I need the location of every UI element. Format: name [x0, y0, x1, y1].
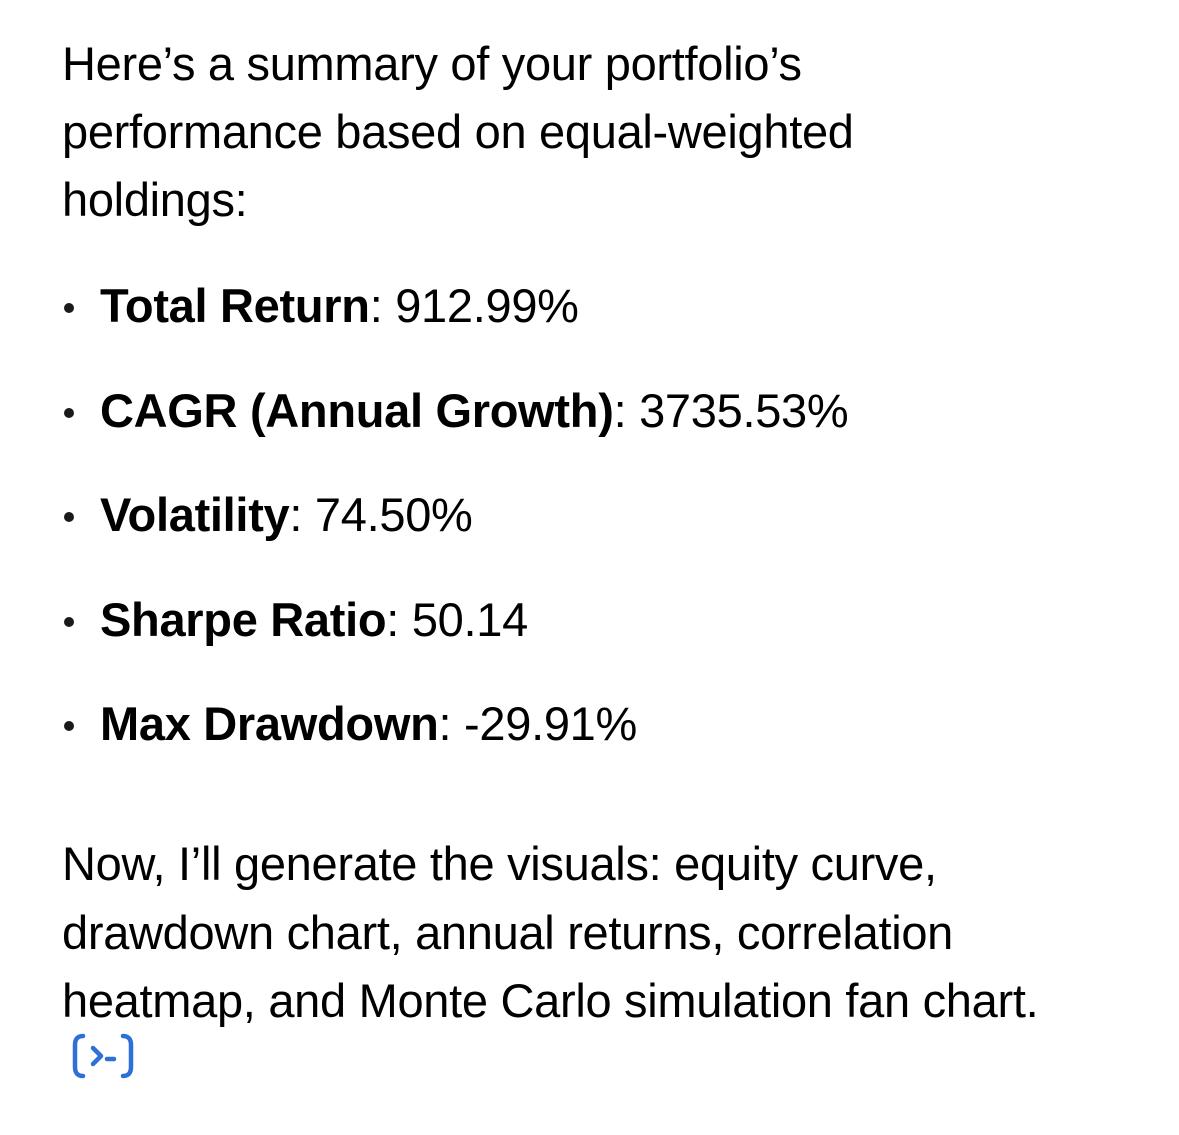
intro-paragraph: Here’s a summary of your portfolio’s per…: [62, 37, 854, 226]
metric-value: -29.91%: [464, 697, 638, 750]
metric-value: 50.14: [411, 592, 528, 646]
metric-max-drawdown: Max Drawdown: -29.91%: [62, 692, 1122, 797]
outro-text: Now, I’ll generate the visuals: equity c…: [62, 837, 1039, 1027]
metric-total-return: Total Return: 912.99%: [62, 274, 1122, 379]
metric-value: 912.99%: [395, 279, 579, 332]
metric-value: 3735.53%: [639, 383, 849, 437]
metric-cagr: CAGR (Annual Growth): 3735.53%: [62, 379, 1122, 484]
bullet-icon: [64, 303, 74, 313]
metric-label: Max Drawdown: [100, 697, 439, 750]
bullet-icon: [64, 407, 74, 418]
metric-label: CAGR (Annual Growth): [100, 383, 614, 437]
bullet-icon: [64, 616, 74, 627]
metric-label: Sharpe Ratio: [100, 592, 387, 646]
assistant-message: Here’s a summary of your portfolio’s per…: [62, 30, 1122, 1079]
outro-paragraph: Now, I’ll generate the visuals: equity c…: [62, 830, 1072, 1104]
metric-volatility: Volatility: 74.50%: [62, 483, 1122, 588]
bullet-icon: [64, 721, 74, 731]
metric-label: Volatility: [100, 488, 290, 541]
metric-value: 74.50%: [314, 488, 473, 541]
metrics-list: Total Return: 912.99% CAGR (Annual Growt…: [62, 274, 1122, 797]
code-interpreter-icon[interactable]: [72, 1030, 134, 1099]
bullet-icon: [64, 512, 74, 522]
metric-sharpe-ratio: Sharpe Ratio: 50.14: [62, 588, 1122, 693]
metric-label: Total Return: [100, 279, 370, 332]
